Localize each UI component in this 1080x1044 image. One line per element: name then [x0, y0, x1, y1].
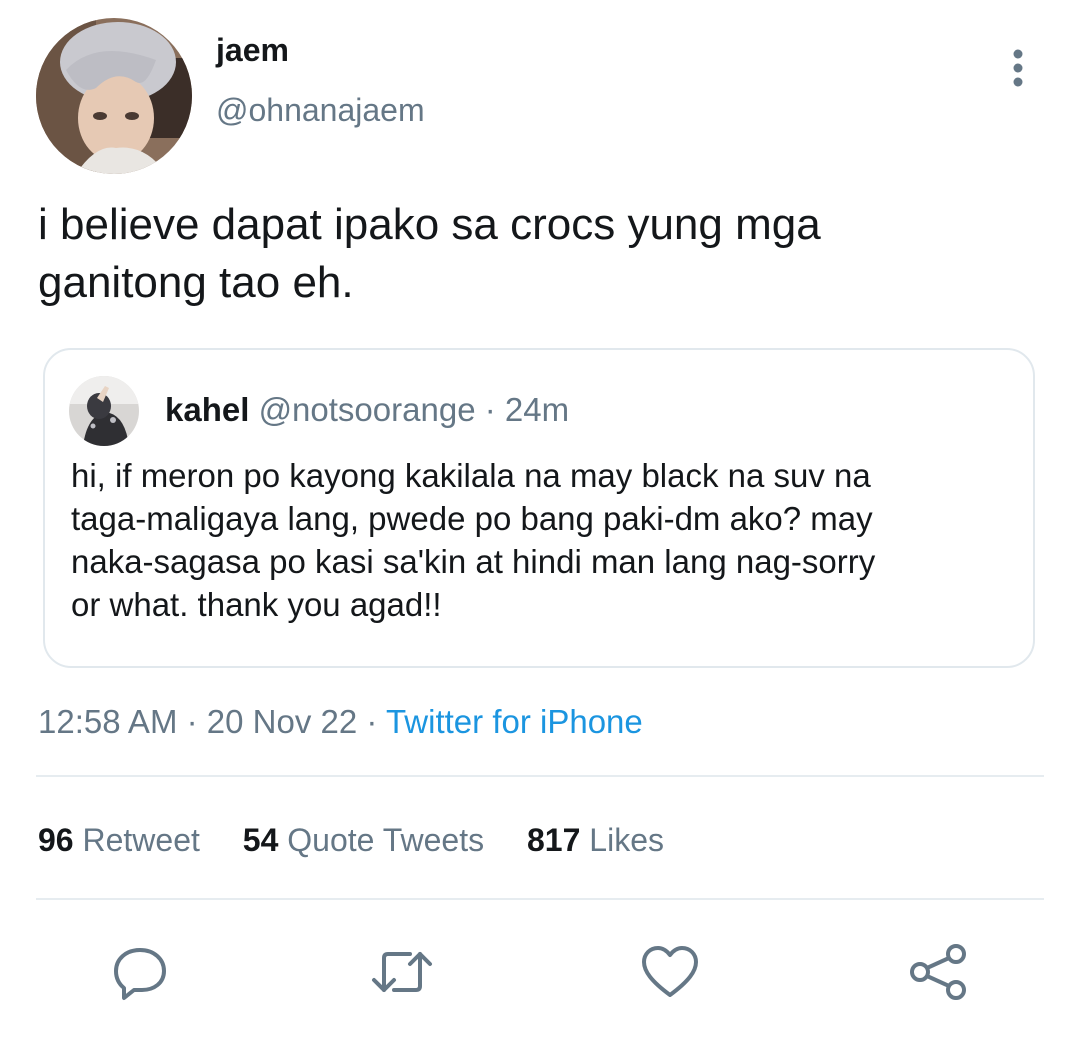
separator-dot: · [484, 391, 496, 428]
like-label: Likes [589, 822, 664, 858]
quoted-text-line: hi, if meron po kayong kakilala na may b… [71, 457, 871, 494]
retweet-count: 96 [38, 822, 74, 858]
retweet-button[interactable] [370, 940, 434, 1004]
tweet-text-line: ganitong tao eh. [38, 258, 354, 307]
separator-dot: · [366, 703, 378, 740]
like-count: 817 [527, 822, 581, 858]
quoted-tweet-text: hi, if meron po kayong kakilala na may b… [71, 454, 1011, 626]
author-display-name[interactable]: jaem [216, 30, 289, 70]
tweet-metadata: 12:58 AM · 20 Nov 22 · Twitter for iPhon… [38, 700, 643, 744]
tweet-text: i believe dapat ipako sa crocs yung mga … [38, 196, 998, 312]
retweet-label: Retweet [82, 822, 200, 858]
author-handle[interactable]: @ohnanajaem [216, 90, 425, 130]
divider [36, 775, 1044, 777]
reply-button[interactable] [108, 940, 172, 1004]
quoted-tweet-card[interactable]: kahel @notsoorange · 24m hi, if meron po… [43, 348, 1035, 668]
quoted-text-line: taga-maligaya lang, pwede po bang paki-d… [71, 500, 873, 537]
tweet-stats: 96 Retweet 54 Quote Tweets 817 Likes [38, 818, 698, 862]
tweet-text-line: i believe dapat ipako sa crocs yung mga [38, 200, 821, 249]
retweets-stat[interactable]: 96 Retweet [38, 818, 200, 862]
quote-tweets-stat[interactable]: 54 Quote Tweets [243, 818, 484, 862]
likes-stat[interactable]: 817 Likes [527, 818, 664, 862]
quote-label: Quote Tweets [287, 822, 485, 858]
quoted-text-line: naka-sagasa po kasi sa'kin at hindi man … [71, 543, 876, 580]
share-icon [910, 944, 966, 1000]
tweet-source-link[interactable]: Twitter for iPhone [386, 703, 643, 740]
heart-icon [642, 946, 698, 997]
author-avatar[interactable] [36, 18, 192, 174]
quoted-handle: @notsoorange [258, 391, 476, 428]
quoted-author-avatar [69, 376, 139, 446]
more-vertical-icon [1013, 49, 1023, 87]
quote-count: 54 [242, 822, 279, 858]
more-options-button[interactable] [996, 44, 1040, 92]
divider [36, 898, 1044, 900]
share-button[interactable] [906, 940, 970, 1004]
quoted-display-name: kahel [165, 391, 250, 428]
quoted-timestamp: 24m [504, 391, 570, 428]
separator-dot: · [186, 703, 198, 740]
quoted-tweet-header: kahel @notsoorange · 24m [165, 388, 569, 432]
tweet-time: 12:58 AM [38, 703, 178, 740]
reply-icon [114, 948, 166, 1000]
tweet-date: 20 Nov 22 [206, 703, 358, 740]
quoted-text-line: or what. thank you agad!! [71, 586, 442, 623]
like-button[interactable] [638, 940, 702, 1004]
retweet-icon [372, 952, 432, 992]
